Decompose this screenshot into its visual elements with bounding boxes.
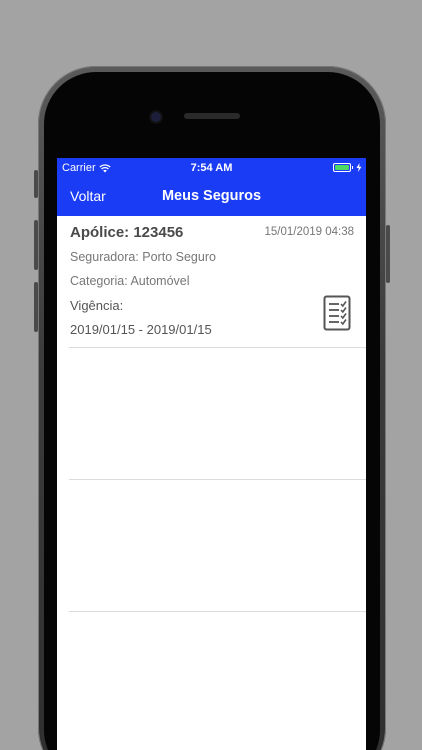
battery-fill — [335, 165, 349, 170]
volume-up-button — [34, 220, 38, 270]
policy-category: Categoria: Automóvel — [70, 274, 190, 288]
earpiece-speaker — [184, 113, 240, 119]
policy-datetime: 15/01/2019 04:38 — [264, 226, 354, 238]
app-store-screenshot: Carrier 7:54 AM Voltar Meus Seguros Apól… — [0, 0, 422, 750]
policy-validity-value: 2019/01/15 - 2019/01/15 — [70, 322, 212, 337]
checklist-icon — [323, 295, 351, 331]
charging-bolt-icon — [356, 163, 362, 172]
page-title: Meus Seguros — [161, 188, 262, 204]
empty-row — [69, 348, 366, 480]
mute-switch — [34, 170, 38, 198]
status-time: 7:54 AM — [190, 162, 233, 174]
policy-insurer: Seguradora: Porto Seguro — [70, 250, 216, 264]
empty-row — [69, 480, 366, 612]
volume-down-button — [34, 282, 38, 332]
navigation-bar: Voltar Meus Seguros — [57, 178, 366, 216]
battery-icon — [333, 163, 362, 172]
battery-tip — [352, 166, 353, 169]
policy-validity-label: Vigência: — [70, 298, 124, 313]
policy-card[interactable]: Apólice: 123456 15/01/2019 04:38 Segurad… — [69, 216, 366, 348]
battery-body — [333, 163, 351, 172]
policy-list: Apólice: 123456 15/01/2019 04:38 Segurad… — [57, 216, 366, 612]
status-bar: Carrier 7:54 AM — [57, 158, 366, 178]
policy-number: Apólice: 123456 — [70, 224, 184, 241]
front-camera — [151, 112, 161, 122]
power-button — [386, 225, 390, 283]
phone-screen: Carrier 7:54 AM Voltar Meus Seguros Apól… — [57, 158, 366, 750]
